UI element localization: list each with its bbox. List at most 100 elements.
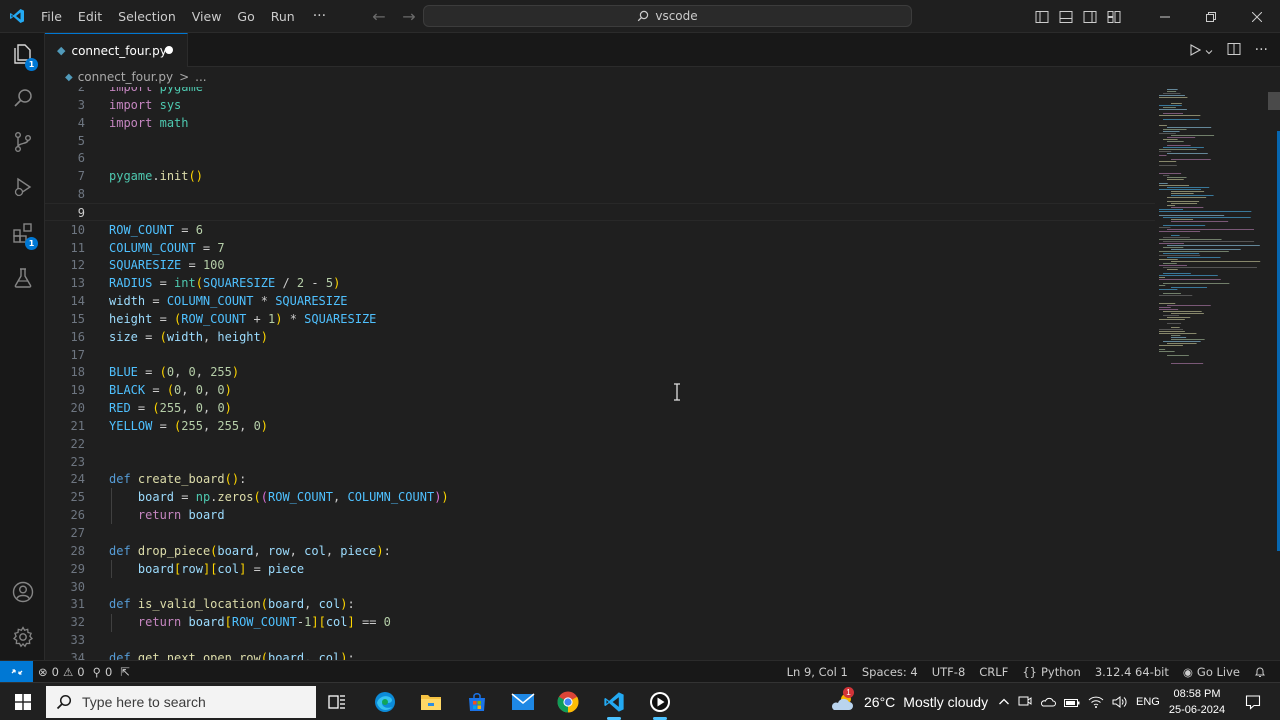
code-line[interactable]: 7 pygame.init() xyxy=(45,167,1155,185)
show-hidden-icons-chevron-icon[interactable] xyxy=(998,693,1010,712)
battery-icon[interactable] xyxy=(1064,693,1080,712)
vertical-scrollbar[interactable] xyxy=(1267,87,1280,660)
code-line[interactable]: 2 import pygame xyxy=(45,87,1155,96)
source-control-button[interactable] xyxy=(0,122,45,166)
back-arrow-icon[interactable]: ← xyxy=(368,7,390,26)
code-line[interactable]: 5 xyxy=(45,132,1155,150)
scrollbar-thumb[interactable] xyxy=(1268,92,1280,110)
python-interpreter[interactable]: 3.12.4 64-bit xyxy=(1095,665,1169,679)
code-line[interactable]: 8 xyxy=(45,185,1155,203)
problems-indicator[interactable]: ⊗ 0 ⚠ 0 xyxy=(38,665,85,679)
code-line[interactable]: 22 xyxy=(45,435,1155,453)
live-share-indicator[interactable]: ⇱ xyxy=(120,665,130,679)
unsaved-dot-icon[interactable] xyxy=(165,46,173,54)
restore-icon[interactable] xyxy=(1188,0,1234,33)
code-line[interactable]: 18 BLUE = (0, 0, 255) xyxy=(45,363,1155,381)
minimize-icon[interactable] xyxy=(1142,0,1188,33)
indentation[interactable]: Spaces: 4 xyxy=(862,665,918,679)
menu-more-button[interactable]: ··· xyxy=(303,0,336,33)
store-button[interactable] xyxy=(454,683,500,720)
code-line[interactable]: 15 height = (ROW_COUNT + 1) * SQUARESIZE xyxy=(45,310,1155,328)
close-icon[interactable] xyxy=(1234,0,1280,33)
file-explorer-button[interactable] xyxy=(408,683,454,720)
taskbar-clock[interactable]: 08:58 PM 25-06-2024 xyxy=(1166,686,1228,718)
code-line[interactable]: 9 xyxy=(45,202,1155,221)
split-editor-icon[interactable] xyxy=(1227,41,1241,60)
vscode-taskbar-button[interactable] xyxy=(591,683,637,720)
remote-indicator-button[interactable] xyxy=(0,661,33,683)
code-line[interactable]: 25 board = np.zeros((ROW_COUNT, COLUMN_C… xyxy=(45,488,1155,506)
code-line[interactable]: 16 size = (width, height) xyxy=(45,328,1155,346)
code-line[interactable]: 26 return board xyxy=(45,506,1155,524)
toggle-panel-icon[interactable] xyxy=(1054,0,1078,33)
volume-icon[interactable] xyxy=(1112,693,1128,712)
taskbar-search-box[interactable]: Type here to search xyxy=(46,686,316,718)
code-line[interactable]: 28 def drop_piece(board, row, col, piece)… xyxy=(45,542,1155,560)
cursor-position[interactable]: Ln 9, Col 1 xyxy=(787,665,848,679)
code-line[interactable]: 17 xyxy=(45,346,1155,364)
run-python-file-icon[interactable] xyxy=(1189,41,1201,60)
breadcrumb-file[interactable]: connect_four.py xyxy=(78,70,173,84)
code-line[interactable]: 11 COLUMN_COUNT = 7 xyxy=(45,239,1155,257)
windows-start-button[interactable] xyxy=(0,683,45,720)
search-button[interactable] xyxy=(0,78,45,122)
manage-button[interactable] xyxy=(0,617,45,661)
edge-button[interactable] xyxy=(362,683,408,720)
onedrive-cloud-icon[interactable] xyxy=(1040,693,1056,712)
meet-now-icon[interactable] xyxy=(1018,693,1032,712)
code-line[interactable]: 20 RED = (255, 0, 0) xyxy=(45,399,1155,417)
code-line[interactable]: 21 YELLOW = (255, 255, 0) xyxy=(45,417,1155,435)
code-line[interactable]: 32 return board[ROW_COUNT-1][col] == 0 xyxy=(45,613,1155,631)
tab-connect-four[interactable]: ◆ connect_four.py xyxy=(45,33,188,67)
code-line[interactable]: 31 def is_valid_location(board, col): xyxy=(45,595,1155,613)
code-line[interactable]: 10 ROW_COUNT = 6 xyxy=(45,221,1155,239)
more-actions-icon[interactable]: ··· xyxy=(1255,42,1268,58)
testing-button[interactable] xyxy=(0,258,45,302)
menu-run[interactable]: Run xyxy=(263,0,303,33)
run-dropdown-chevron-icon[interactable] xyxy=(1205,41,1213,60)
customize-layout-icon[interactable] xyxy=(1102,0,1126,33)
code-line[interactable]: 29 board[row][col] = piece xyxy=(45,560,1155,578)
code-line[interactable]: 13 RADIUS = int(SQUARESIZE / 2 - 5) xyxy=(45,274,1155,292)
code-line[interactable]: 19 BLACK = (0, 0, 0) xyxy=(45,381,1155,399)
code-line[interactable]: 6 xyxy=(45,149,1155,167)
wifi-icon[interactable] xyxy=(1088,693,1104,712)
action-center-button[interactable] xyxy=(1238,683,1268,720)
run-debug-button[interactable] xyxy=(0,167,45,211)
ports-indicator[interactable]: ⚲ 0 xyxy=(93,665,113,679)
forward-arrow-icon[interactable]: → xyxy=(398,7,420,26)
explorer-button[interactable]: 1 xyxy=(0,34,45,78)
extensions-button[interactable]: 1 xyxy=(0,213,45,257)
code-line[interactable]: 33 xyxy=(45,631,1155,649)
menu-go[interactable]: Go xyxy=(229,0,262,33)
chrome-button[interactable] xyxy=(545,683,591,720)
code-line[interactable]: 3 import sys xyxy=(45,96,1155,114)
mail-button[interactable] xyxy=(500,683,546,720)
command-center-search[interactable]: vscode xyxy=(423,5,912,27)
go-live-button[interactable]: ◉ Go Live xyxy=(1183,665,1240,679)
code-line[interactable]: 24 def create_board(): xyxy=(45,470,1155,488)
toggle-primary-sidebar-icon[interactable] xyxy=(1030,0,1054,33)
menu-selection[interactable]: Selection xyxy=(110,0,184,33)
code-line[interactable]: 27 xyxy=(45,524,1155,542)
code-line[interactable]: 14 width = COLUMN_COUNT * SQUARESIZE xyxy=(45,292,1155,310)
code-line[interactable]: 23 xyxy=(45,453,1155,471)
accounts-button[interactable] xyxy=(0,572,45,616)
weather-widget[interactable]: 1 26°C Mostly cloudy xyxy=(830,683,988,720)
encoding[interactable]: UTF-8 xyxy=(932,665,966,679)
code-line[interactable]: 34 def get_next_open_row(board, col): xyxy=(45,649,1155,660)
breadcrumb-symbols[interactable]: ... xyxy=(195,70,206,84)
code-line[interactable]: 30 xyxy=(45,578,1155,596)
code-line[interactable]: 12 SQUARESIZE = 100 xyxy=(45,256,1155,274)
input-language[interactable]: ENG xyxy=(1136,683,1160,720)
media-player-button[interactable] xyxy=(637,683,683,720)
menu-file[interactable]: File xyxy=(33,0,70,33)
code-line[interactable]: 4 import math xyxy=(45,114,1155,132)
minimap[interactable] xyxy=(1157,87,1267,660)
end-of-line[interactable]: CRLF xyxy=(979,665,1008,679)
code-editor[interactable]: 2 import pygame 3 import sys 4 import math 5 6 7… xyxy=(45,87,1280,660)
menu-edit[interactable]: Edit xyxy=(70,0,110,33)
menu-view[interactable]: View xyxy=(184,0,230,33)
toggle-secondary-sidebar-icon[interactable] xyxy=(1078,0,1102,33)
language-mode[interactable]: {} Python xyxy=(1022,665,1081,679)
